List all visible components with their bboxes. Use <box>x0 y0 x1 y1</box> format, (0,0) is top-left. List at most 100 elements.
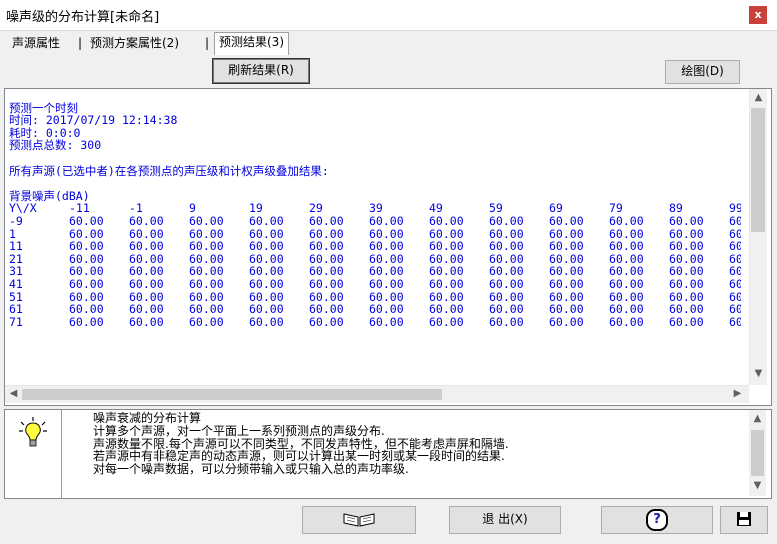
grid-cell: 60.00 <box>69 302 104 317</box>
grid-cell: 60 <box>729 213 741 228</box>
scroll-up-icon[interactable]: ▲ <box>749 413 766 424</box>
grid-cell: 60.00 <box>249 239 284 254</box>
grid-cell: 60.00 <box>129 302 164 317</box>
grid-cell: 60.00 <box>189 302 224 317</box>
scroll-up-icon[interactable]: ▲ <box>750 92 767 103</box>
horizontal-scrollbar[interactable]: ◀ ▶ <box>5 385 749 403</box>
grid-cell: 60 <box>729 314 741 329</box>
tab-separator: | <box>78 36 83 50</box>
grid-cell: 60.00 <box>489 314 524 329</box>
tab-bar: 声源属性 | 预测方案属性(2) | 预测结果(3) <box>0 31 777 55</box>
grid-cell: 60.00 <box>249 213 284 228</box>
grid-cell: 60.00 <box>69 314 104 329</box>
info-line: 对每一个噪声数据，可以分频带输入或只输入总的声功率级. <box>93 462 409 477</box>
grid-cell: 60.00 <box>429 239 464 254</box>
grid-cell: 60.00 <box>129 213 164 228</box>
grid-cell: 60.00 <box>129 276 164 291</box>
result-grid: Y\/X-11-19192939495969798999-960.0060.00… <box>9 202 741 328</box>
help-icon: ? <box>646 509 668 531</box>
refresh-results-button[interactable]: 刷新结果(R) <box>212 58 310 84</box>
grid-cell: 60.00 <box>369 302 404 317</box>
grid-cell: 60.00 <box>129 239 164 254</box>
scroll-down-icon[interactable]: ▼ <box>749 480 766 491</box>
grid-cell: 60.00 <box>489 276 524 291</box>
close-button[interactable]: x <box>749 6 767 24</box>
grid-row: 41 60.00 60.00 60.00 60.00 60.00 60.00 60.00 60.… <box>9 278 741 291</box>
grid-cell: 60.00 <box>609 314 644 329</box>
header-line: 时间: 2017/07/19 12:14:38 <box>9 113 178 128</box>
manual-button[interactable] <box>302 506 416 534</box>
lightbulb-icon <box>19 417 47 447</box>
results-text: 预测一个时刻 时间: 2017/07/19 12:14:38 耗时: 0:0:0… <box>9 89 741 383</box>
grid-row: -9 60.00 60.00 60.00 60.00 60.00 60.00 60.00 60.… <box>9 215 741 228</box>
tab-source-properties[interactable]: 声源属性 <box>8 34 64 53</box>
grid-cell: 60 <box>729 302 741 317</box>
grid-cell: 60.00 <box>669 213 704 228</box>
grid-cell: 60.00 <box>429 314 464 329</box>
grid-cell: 60.00 <box>69 239 104 254</box>
exit-button[interactable]: 退 出(X) <box>449 506 561 534</box>
floppy-disk-icon <box>737 512 751 526</box>
help-button[interactable]: ? <box>601 506 713 534</box>
grid-row-label: -9 <box>9 213 23 228</box>
grid-cell: 60.00 <box>549 276 584 291</box>
grid-cell: 60.00 <box>189 314 224 329</box>
grid-cell: 60.00 <box>309 239 344 254</box>
window-title: 噪声级的分布计算[未命名] <box>6 10 160 25</box>
grid-cell: 60.00 <box>669 239 704 254</box>
grid-cell: 60.00 <box>669 276 704 291</box>
grid-cell: 60.00 <box>549 314 584 329</box>
scroll-thumb[interactable] <box>22 389 442 400</box>
grid-cell: 60.00 <box>309 314 344 329</box>
info-text: 噪声衰减的分布计算 计算多个声源，对一个平面上一系列预测点的声级分布. 声源数量… <box>69 412 741 476</box>
grid-cell: 60.00 <box>489 239 524 254</box>
scroll-thumb[interactable] <box>751 430 764 476</box>
info-panel: 噪声衰减的分布计算 计算多个声源，对一个平面上一系列预测点的声级分布. 声源数量… <box>4 409 772 499</box>
tab-separator: | <box>205 36 210 50</box>
grid-row: 11 60.00 60.00 60.00 60.00 60.00 60.00 60.00 60.… <box>9 240 741 253</box>
results-panel[interactable]: 预测一个时刻 时间: 2017/07/19 12:14:38 耗时: 0:0:0… <box>4 88 772 406</box>
tab-scheme-properties[interactable]: 预测方案属性(2) <box>86 34 183 53</box>
grid-row-label: 11 <box>9 239 23 254</box>
title-bar: 噪声级的分布计算[未命名] x <box>0 0 777 31</box>
grid-cell: 60.00 <box>609 276 644 291</box>
info-scrollbar[interactable]: ▲ ▼ <box>749 410 766 496</box>
grid-cell: 60.00 <box>669 302 704 317</box>
grid-cell: 60.00 <box>549 239 584 254</box>
vertical-scrollbar[interactable]: ▲ ▼ <box>749 89 767 385</box>
grid-cell: 60.00 <box>249 276 284 291</box>
grid-cell: 60.00 <box>369 213 404 228</box>
grid-cell: 60.00 <box>189 213 224 228</box>
info-title: 噪声衰减的分布计算 <box>93 411 202 425</box>
grid-cell: 60 <box>729 276 741 291</box>
grid-cell: 60.00 <box>189 239 224 254</box>
summary-line: 所有声源(已选中者)在各预测点的声压级和计权声级叠加结果: <box>9 163 329 178</box>
grid-cell: 60.00 <box>249 302 284 317</box>
grid-cell: 60.00 <box>249 314 284 329</box>
save-button[interactable] <box>720 506 768 534</box>
scroll-left-icon[interactable]: ◀ <box>5 388 22 399</box>
grid-cell: 60.00 <box>609 302 644 317</box>
grid-cell: 60.00 <box>489 302 524 317</box>
grid-cell: 60.00 <box>429 276 464 291</box>
scroll-down-icon[interactable]: ▼ <box>750 368 767 379</box>
plot-button[interactable]: 绘图(D) <box>665 60 740 84</box>
grid-cell: 60.00 <box>69 213 104 228</box>
grid-cell: 60.00 <box>189 276 224 291</box>
grid-cell: 60.00 <box>549 213 584 228</box>
header-line: 耗时: 0:0:0 <box>9 125 81 140</box>
grid-cell: 60.00 <box>549 302 584 317</box>
grid-cell: 60.00 <box>129 314 164 329</box>
grid-row-label: 71 <box>9 314 23 329</box>
grid-cell: 60.00 <box>369 239 404 254</box>
scroll-right-icon[interactable]: ▶ <box>729 388 746 399</box>
scroll-thumb[interactable] <box>751 108 765 232</box>
tab-results[interactable]: 预测结果(3) <box>214 32 289 55</box>
grid-row-label: 41 <box>9 276 23 291</box>
grid-cell: 60.00 <box>609 213 644 228</box>
grid-cell: 60.00 <box>309 302 344 317</box>
info-line: 计算多个声源，对一个平面上一系列预测点的声级分布. <box>93 423 385 438</box>
grid-row: 71 60.00 60.00 60.00 60.00 60.00 60.00 60.00 60.… <box>9 316 741 329</box>
grid-row: 61 60.00 60.00 60.00 60.00 60.00 60.00 60.00 60.… <box>9 303 741 316</box>
grid-cell: 60.00 <box>429 213 464 228</box>
